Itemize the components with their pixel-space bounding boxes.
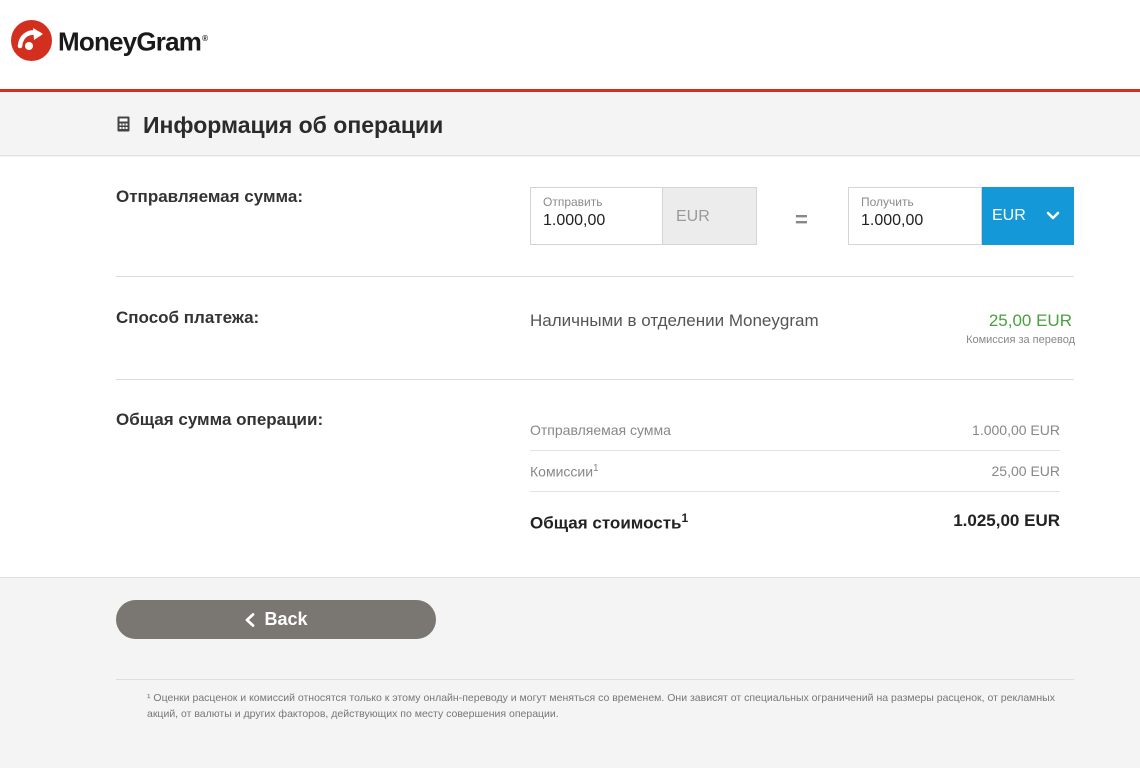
- summary-row-total: Общая стоимость1 1.025,00 EUR: [530, 511, 1060, 534]
- summary-row-label: Отправляемая сумма: [530, 422, 671, 438]
- footnote-ref: 1: [593, 463, 599, 474]
- payment-method-value: Наличными в отделении Moneygram: [530, 311, 819, 330]
- back-button-label: Back: [264, 609, 308, 629]
- transfer-fee-label: Комиссия за перевод: [966, 334, 1075, 346]
- summary-divider: [530, 450, 1060, 451]
- brand-logo[interactable]: MoneyGram®: [11, 18, 208, 63]
- operation-details-panel: Отправляемая сумма: Отправить EUR = Полу…: [0, 157, 1140, 578]
- receive-amount-label: Получить: [861, 195, 914, 209]
- summary-row-send-amount: Отправляемая сумма 1.000,00 EUR: [530, 422, 1060, 438]
- back-button[interactable]: Back: [116, 600, 436, 639]
- summary-divider: [530, 491, 1060, 492]
- receive-amount-field[interactable]: Получить: [848, 187, 982, 245]
- send-amount-input[interactable]: [543, 212, 653, 230]
- total-section-label: Общая сумма операции:: [116, 410, 324, 429]
- transfer-fee-value: 25,00 EUR: [988, 311, 1072, 330]
- section-divider: [116, 276, 1074, 277]
- footnote-ref: 1: [681, 511, 689, 525]
- chevron-down-icon: [1046, 211, 1060, 220]
- title-band: Информация об операции: [0, 92, 1140, 156]
- send-currency: EUR: [663, 187, 757, 245]
- total-cost-label: Общая стоимость: [530, 513, 682, 533]
- moneygram-logo-icon: [11, 19, 52, 61]
- page-title: Информация об операции: [143, 112, 444, 138]
- calculator-icon: [117, 116, 130, 132]
- send-amount-section-label: Отправляемая сумма:: [116, 187, 304, 206]
- summary-row-label: Комиссии: [530, 463, 594, 480]
- receive-currency-select[interactable]: EUR: [982, 187, 1074, 245]
- send-amount-label: Отправить: [543, 195, 603, 209]
- header: MoneyGram®: [0, 0, 1140, 92]
- section-divider: [116, 379, 1074, 380]
- send-amount-field[interactable]: Отправить: [530, 187, 663, 245]
- receive-amount-input[interactable]: [861, 212, 971, 230]
- receive-currency-value: EUR: [992, 207, 1026, 224]
- summary-row-value: 25,00 EUR: [991, 463, 1060, 479]
- footer-divider: [116, 679, 1074, 680]
- brand-name: MoneyGram®: [58, 26, 208, 57]
- equals-sign: =: [795, 207, 808, 232]
- summary-row-fees: Комиссии1 25,00 EUR: [530, 463, 1060, 480]
- footnote-text: ¹ Оценки расценок и комиссий относятся т…: [147, 692, 1055, 720]
- total-cost-value: 1.025,00 EUR: [953, 511, 1060, 530]
- payment-method-section-label: Способ платежа:: [116, 308, 260, 327]
- chevron-left-icon: [246, 612, 255, 627]
- summary-row-value: 1.000,00 EUR: [972, 422, 1060, 438]
